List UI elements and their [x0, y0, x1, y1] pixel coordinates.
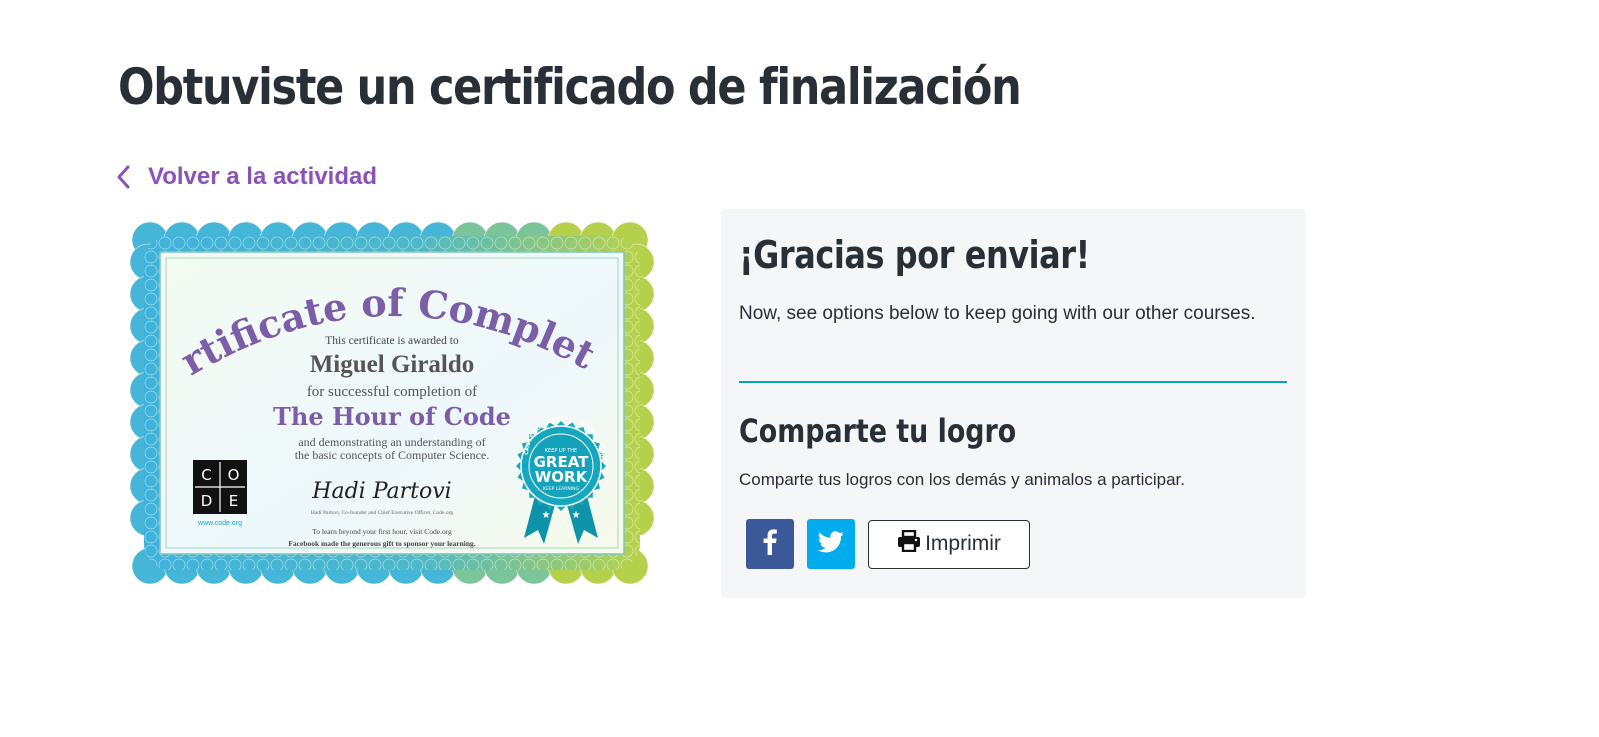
svg-text:O: O — [228, 466, 240, 484]
back-to-activity-link[interactable]: Volver a la actividad — [116, 163, 377, 191]
certificate-footer-line-2: Facebook made the generous gift to spons… — [288, 539, 475, 548]
certificate-understanding-line-1: and demonstrating an understanding of — [298, 435, 485, 449]
svg-text:WORK: WORK — [535, 468, 589, 486]
svg-text:★: ★ — [572, 510, 581, 521]
print-label: Imprimir — [925, 532, 1001, 555]
thanks-text: Now, see options below to keep going wit… — [739, 303, 1256, 324]
chevron-left-icon — [116, 165, 130, 189]
svg-text:KEEP LEARNING: KEEP LEARNING — [543, 486, 579, 492]
share-buttons: Imprimir — [746, 519, 1030, 569]
twitter-share-button[interactable] — [807, 519, 855, 569]
certificate-course: The Hour of Code — [273, 402, 511, 431]
facebook-share-button[interactable] — [746, 519, 794, 569]
certificate-footer-line-1: To learn beyond your first hour, visit C… — [312, 527, 452, 536]
certificate-completion-line: for successful completion of — [307, 384, 477, 400]
certificate-recipient: Miguel Giraldo — [310, 351, 475, 378]
share-text: Comparte tus logros con los demás y anim… — [739, 470, 1185, 489]
svg-text:★: ★ — [542, 510, 551, 521]
certificate-image: Certificate of Completion This certifica… — [115, 186, 655, 585]
facebook-icon — [763, 528, 777, 560]
certificate-understanding-line-2: the basic concepts of Computer Science. — [295, 448, 490, 462]
share-title: Comparte tu logro — [739, 412, 1017, 450]
svg-text:D: D — [201, 492, 213, 510]
twitter-icon — [817, 530, 844, 558]
svg-text:C: C — [201, 466, 211, 484]
page-title: Obtuviste un certificado de finalización — [118, 58, 1022, 116]
certificate-signer-caption: Hadi Partovi, Co-founder and Chief Execu… — [311, 509, 453, 516]
thanks-title: ¡Gracias por enviar! — [739, 233, 1090, 277]
back-link-label: Volver a la actividad — [148, 163, 377, 190]
svg-text:E: E — [229, 492, 238, 510]
thanks-panel: ¡Gracias por enviar! Now, see options be… — [721, 209, 1306, 598]
print-button[interactable]: Imprimir — [868, 519, 1030, 569]
certificate-awarded-line: This certificate is awarded to — [325, 335, 459, 347]
svg-text:www.code.org: www.code.org — [197, 520, 242, 527]
certificate-signature: Hadi Partovi — [311, 479, 451, 504]
divider — [739, 381, 1287, 383]
printer-icon — [897, 529, 921, 558]
